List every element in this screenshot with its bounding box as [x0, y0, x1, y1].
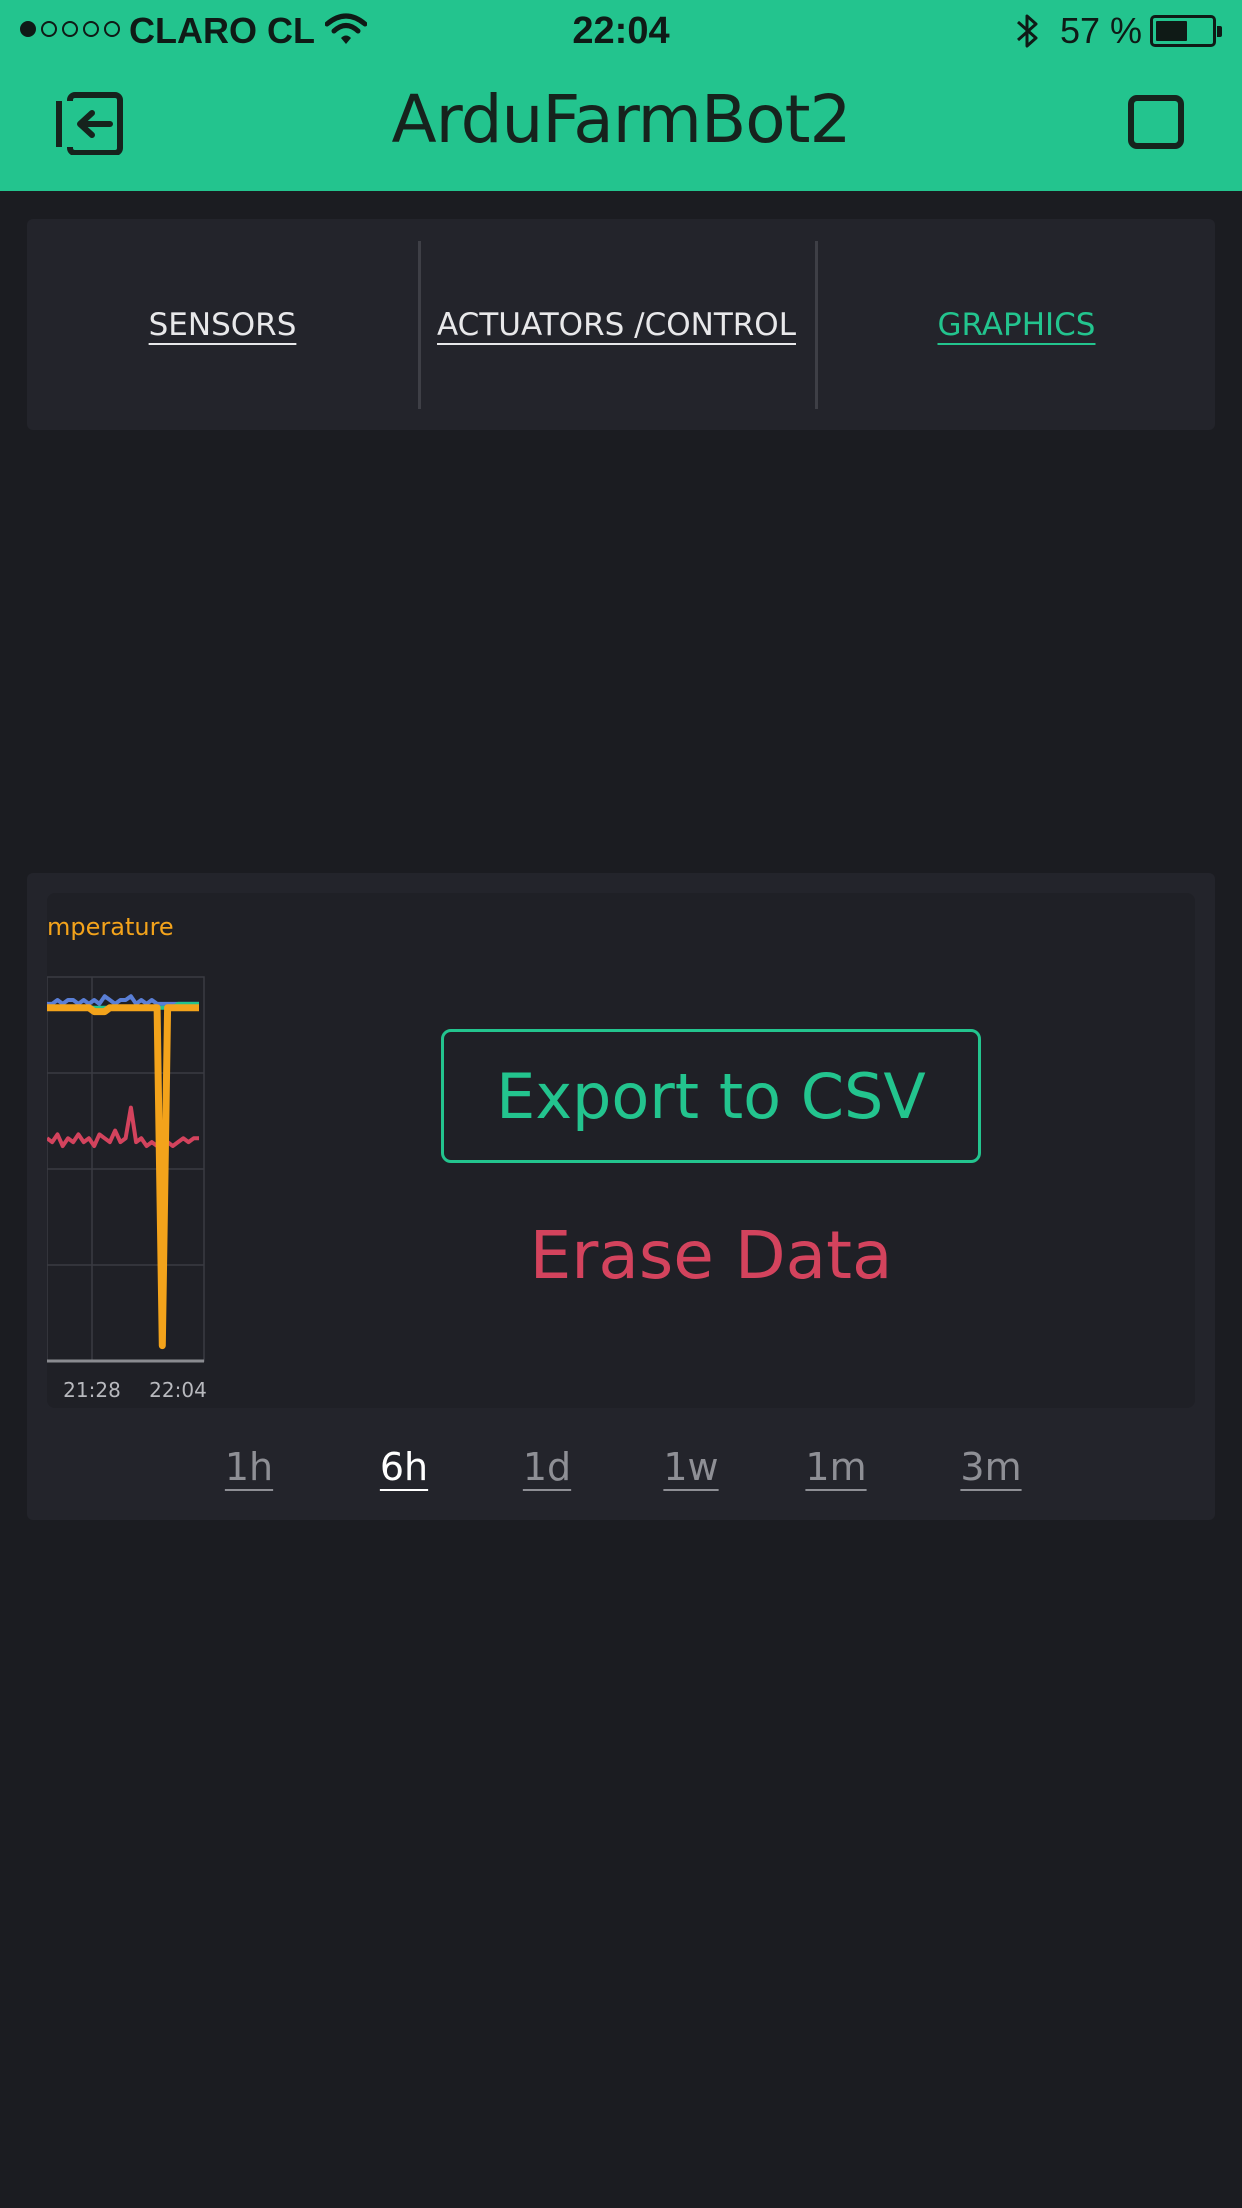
tab-actuators-control[interactable]: ACTUATORS /CONTROL [421, 219, 812, 430]
range-1w[interactable]: 1w [651, 1432, 731, 1502]
battery-percent: 57 % [1060, 10, 1143, 51]
range-1d[interactable]: 1d [507, 1432, 587, 1502]
stop-icon[interactable] [1128, 95, 1184, 149]
battery-icon [1150, 15, 1222, 47]
tab-graphics[interactable]: GRAPHICS [818, 219, 1215, 430]
series-line-0 [47, 1004, 199, 1350]
app-header: CLARO CL 22:04 57 % ArduFarmBot2 [0, 0, 1242, 191]
status-time: 22:04 [572, 10, 670, 52]
tab-bar: SENSORS ACTUATORS /CONTROL GRAPHICS [27, 219, 1215, 430]
time-range-selector: 1h 6h 1d 1w 1m 3m [0, 1432, 1242, 1502]
erase-data-button[interactable]: Erase Data [441, 1200, 981, 1310]
range-3m[interactable]: 3m [951, 1432, 1031, 1502]
range-1m[interactable]: 1m [796, 1432, 876, 1502]
status-bar: CLARO CL 22:04 57 % [0, 0, 1242, 62]
series-line-1 [47, 1105, 199, 1148]
tab-sensors[interactable]: SENSORS [27, 219, 418, 430]
chart-title: mperature [47, 913, 174, 941]
x-tick-label: 21:28 [63, 1378, 121, 1402]
superchart-widget: mperature 21:28 22:04 [27, 873, 1215, 1520]
x-tick-label: 22:04 [149, 1378, 207, 1402]
export-csv-button[interactable]: Export to CSV [441, 1029, 981, 1163]
bluetooth-icon [1017, 14, 1038, 48]
page-title: ArduFarmBot2 [391, 81, 852, 158]
range-1h[interactable]: 1h [209, 1432, 289, 1502]
range-6h[interactable]: 6h [364, 1432, 444, 1502]
